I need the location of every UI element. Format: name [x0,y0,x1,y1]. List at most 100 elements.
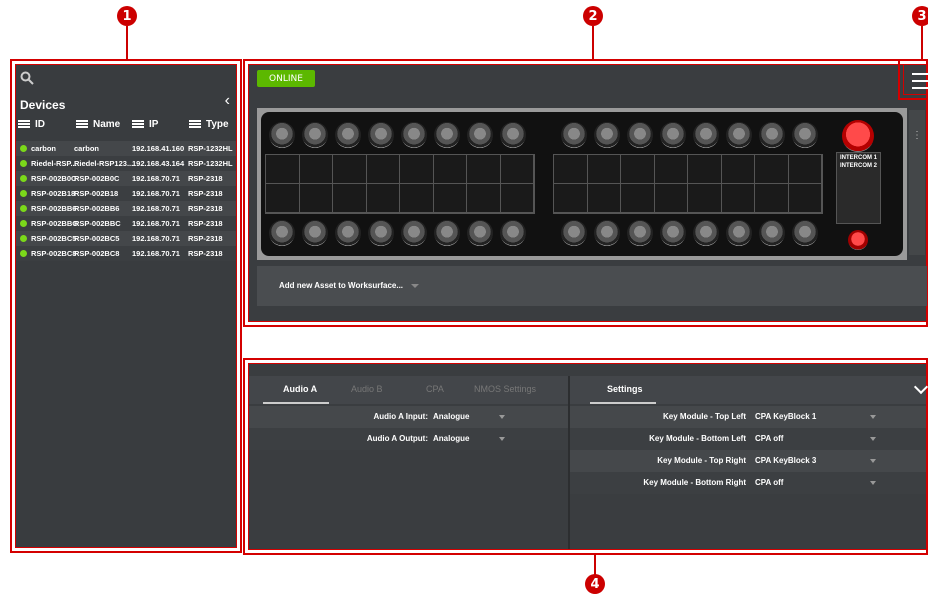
device-name: Riedel-RSP123... [74,159,134,168]
tab-nmos-settings[interactable]: NMOS Settings [474,384,536,394]
tab-settings[interactable]: Settings [607,384,643,394]
key-button[interactable] [467,122,493,148]
key-button[interactable] [368,122,394,148]
key-button[interactable] [627,122,653,148]
hamburger-menu-icon[interactable] [912,73,928,91]
chevron-left-icon[interactable]: ‹ [225,92,230,110]
sort-icon [189,120,201,129]
talk-button-small[interactable] [848,230,868,250]
device-row[interactable]: RSP-002BC5 RSP-002BC5 192.168.70.71 RSP-231… [16,231,236,246]
intercom-label-2: INTERCOM 2 [840,163,878,169]
key-button[interactable] [792,220,818,246]
device-ip: 192.168.70.71 [132,234,180,243]
key-button[interactable] [561,220,587,246]
key-display-cell [654,155,688,184]
more-options-icon[interactable]: ⋮ [909,110,925,255]
device-row[interactable]: RSP-002BC8 RSP-002BC8 192.168.70.71 RSP-231… [16,246,236,261]
device-row[interactable]: RSP-002B0C RSP-002B0C 192.168.70.71 RSP-231… [16,171,236,186]
tab-audio-b[interactable]: Audio B [351,384,383,394]
key-button[interactable] [660,220,686,246]
sort-icon [76,120,88,129]
key-button[interactable] [693,220,719,246]
device-ip: 192.168.41.160 [132,144,185,153]
chevron-down-icon[interactable] [913,379,928,395]
key-display-cell [333,155,367,184]
key-button[interactable] [434,220,460,246]
col-type-header[interactable]: Type [189,119,229,130]
key-button[interactable] [594,122,620,148]
caret-down-icon[interactable] [870,437,876,441]
search-icon[interactable] [20,71,34,85]
device-row[interactable]: RSP-002B18 RSP-002B18 192.168.70.71 RSP-231… [16,186,236,201]
key-button[interactable] [302,220,328,246]
key-button[interactable] [561,122,587,148]
device-id: RSP-002B0C [31,174,77,183]
setting-dropdown[interactable]: CPA off [755,434,783,443]
key-button[interactable] [726,122,752,148]
caret-down-icon[interactable] [499,415,505,419]
tab-cpa[interactable]: CPA [426,384,444,394]
key-button[interactable] [401,220,427,246]
audio-setting-row: Audio A Input: Analogue [249,406,568,428]
device-ip: 192.168.70.71 [132,174,180,183]
key-button[interactable] [660,122,686,148]
device-id: RSP-002BB6 [31,204,77,213]
add-asset-dropdown[interactable]: Add new Asset to Worksurface... [257,266,927,306]
key-button[interactable] [500,122,526,148]
worksurface-device[interactable]: INTERCOM 1 INTERCOM 2 [257,108,907,260]
key-button[interactable] [269,220,295,246]
key-button[interactable] [759,220,785,246]
key-button[interactable] [726,220,752,246]
key-display-cell [467,155,501,184]
key-display-cell [688,155,722,184]
device-type: RSP-2318 [188,204,223,213]
key-button[interactable] [269,122,295,148]
key-module-row: Key Module - Top Right CPA KeyBlock 3 [570,450,926,472]
key-button[interactable] [759,122,785,148]
col-name-header[interactable]: Name [76,119,120,130]
tab-audio-a[interactable]: Audio A [283,384,317,394]
key-button[interactable] [467,220,493,246]
setting-dropdown[interactable]: Analogue [433,434,469,443]
setting-label: Audio A Input: [373,412,429,421]
setting-dropdown[interactable]: Analogue [433,412,469,421]
caret-down-icon[interactable] [499,437,505,441]
device-row[interactable]: Riedel-RSP... Riedel-RSP123... 192.168.43.… [16,156,236,171]
sort-icon [132,120,144,129]
device-id: Riedel-RSP... [31,159,77,168]
key-display-cell [621,184,655,213]
device-name: RSP-002BBC [74,219,121,228]
key-button[interactable] [368,220,394,246]
caret-down-icon[interactable] [870,459,876,463]
device-name: carbon [74,144,100,153]
device-table-header: ID Name IP Type [16,117,236,135]
caret-down-icon[interactable] [870,415,876,419]
key-button[interactable] [500,220,526,246]
key-button[interactable] [335,122,361,148]
key-button[interactable] [401,122,427,148]
key-display-cell [433,184,467,213]
col-id-header[interactable]: ID [18,119,45,130]
setting-dropdown[interactable]: CPA KeyBlock 3 [755,456,816,465]
device-type: RSP-2318 [188,219,223,228]
key-button[interactable] [302,122,328,148]
device-row[interactable]: RSP-002BBC RSP-002BBC 192.168.70.71 RSP-231… [16,216,236,231]
col-ip-header[interactable]: IP [132,119,158,130]
device-type: RSP-2318 [188,234,223,243]
key-button[interactable] [792,122,818,148]
key-button[interactable] [627,220,653,246]
device-row[interactable]: RSP-002BB6 RSP-002BB6 192.168.70.71 RSP-231… [16,201,236,216]
callout-2-line [592,26,594,60]
key-button[interactable] [434,122,460,148]
key-button[interactable] [335,220,361,246]
talk-button-large[interactable] [842,120,874,152]
setting-dropdown[interactable]: CPA KeyBlock 1 [755,412,816,421]
callout-2: 2 [583,6,603,26]
key-display-cell [500,155,534,184]
key-button[interactable] [594,220,620,246]
callout-4-line [594,554,596,575]
key-button[interactable] [693,122,719,148]
caret-down-icon[interactable] [870,481,876,485]
setting-dropdown[interactable]: CPA off [755,478,783,487]
device-row[interactable]: carbon carbon 192.168.41.160 RSP-1232HL [16,141,236,156]
